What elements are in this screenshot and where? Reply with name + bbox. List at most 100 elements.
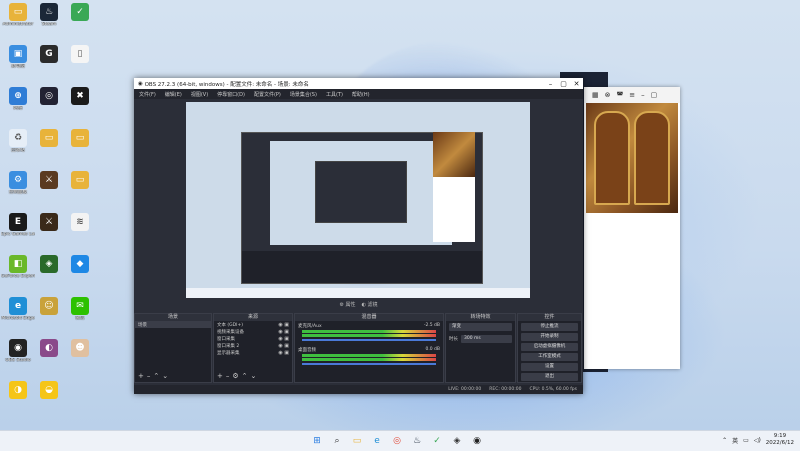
file-explorer-icon[interactable]: ▭ <box>350 434 364 448</box>
menu-item[interactable]: 视图(V) <box>191 91 208 98</box>
properties-button[interactable]: ⚙ 属性 <box>339 301 355 311</box>
volume-icon[interactable]: ◁) <box>754 437 761 444</box>
transition-select[interactable]: 渐变 <box>449 323 512 331</box>
chrome-icon[interactable]: ◎ <box>390 434 404 448</box>
minimize-icon[interactable]: – <box>641 91 645 99</box>
duration-input[interactable]: 300 ms <box>461 335 512 343</box>
launcher-titlebar: ▦ ⊗ ◚ ≡ – ▢ <box>584 87 680 103</box>
desktop-icon[interactable]: ⚙ 控制面板 <box>1 171 35 207</box>
control-button[interactable]: 退出 <box>521 373 578 381</box>
app-dark-icon[interactable]: ◈ <box>450 434 464 448</box>
desktop-icon[interactable]: EEpic Games Launcher <box>1 213 35 249</box>
clock[interactable]: 9:19 2022/6/12 <box>766 433 794 447</box>
scene-item[interactable]: 场景 <box>135 321 211 328</box>
desktop-icon[interactable]: ✓ <box>63 3 97 39</box>
desktop-icon[interactable]: ▣ 此电脑 <box>1 45 35 81</box>
volume-slider[interactable] <box>302 363 436 365</box>
scenes-dock-toolbar[interactable]: +–⌃⌄ <box>138 372 171 380</box>
desktop-icon[interactable]: ◉ OBS Studio <box>1 339 35 375</box>
desktop-icon[interactable]: ▭ Administrator <box>1 3 35 39</box>
sources-dock: 来源 文本 (GDI+) ◉ ▣ 视频采集设备 ◉ ▣ 窗口采集 ◉ ▣ 窗口采集 2 ◉ ▣… <box>213 313 293 383</box>
desktop-icon[interactable]: ☻ <box>63 339 97 375</box>
menu-item[interactable]: 文件(F) <box>139 91 156 98</box>
grid-icon[interactable]: ▦ <box>592 91 599 99</box>
game-launcher-window[interactable]: ▦ ⊗ ◚ ≡ – ▢ <box>584 87 680 369</box>
desktop-icon[interactable]: ♨ Steam <box>32 3 66 39</box>
obs-icon[interactable]: ◉ <box>470 434 484 448</box>
desktop-icon[interactable]: ☺ <box>32 297 66 333</box>
obs-titlebar: ◉ OBS 27.2.3 (64-bit, windows) - 配置文件: 未… <box>134 78 583 89</box>
visibility-eye-icon[interactable]: ◉ ▣ <box>278 322 289 328</box>
volume-slider[interactable] <box>302 339 436 341</box>
desktop-icon[interactable]: ⊕ 网络 <box>1 87 35 123</box>
desktop-icon[interactable]: ✖ <box>63 87 97 123</box>
visibility-eye-icon[interactable]: ◉ ▣ <box>278 343 289 349</box>
app-green-icon[interactable]: ✓ <box>430 434 444 448</box>
control-button[interactable]: 停止推流 <box>521 323 578 331</box>
ime-indicator[interactable]: 英 <box>732 436 738 445</box>
filters-button[interactable]: ◐ 滤镜 <box>362 301 378 311</box>
desktop-icon[interactable]: ◆ <box>63 255 97 291</box>
obs-preview-canvas[interactable] <box>186 102 530 298</box>
app-icon: ◆ <box>71 255 89 273</box>
close-button[interactable]: ✕ <box>570 80 583 88</box>
restore-icon[interactable]: ▢ <box>651 91 658 99</box>
menu-item[interactable]: 工具(T) <box>326 91 343 98</box>
maximize-button[interactable]: ▢ <box>557 80 570 88</box>
shirt-icon[interactable]: ◚ <box>617 91 624 99</box>
taskbar-pinned-apps: ⊞ ⌕ ▭ e ◎ ♨ ✓ ◈ ◉ <box>310 434 484 448</box>
source-item[interactable]: 文本 (GDI+) ◉ ▣ <box>214 321 292 328</box>
desktop-icon[interactable]: ◒ <box>32 381 66 417</box>
sources-dock-title: 来源 <box>214 314 292 321</box>
search-icon[interactable]: ⌕ <box>330 434 344 448</box>
desktop-icon[interactable]: ◧GeForce Experience <box>1 255 35 291</box>
desktop-icon[interactable]: ▯ <box>63 45 97 81</box>
desktop-icon[interactable]: ≋ <box>63 213 97 249</box>
menu-item[interactable]: 停靠窗口(D) <box>217 91 245 98</box>
desktop-icon[interactable]: ✉ 微信 <box>63 297 97 333</box>
desktop-icon[interactable]: ⚔ <box>32 171 66 207</box>
desktop-icon[interactable]: ◑ <box>1 381 35 417</box>
visibility-eye-icon[interactable]: ◉ ▣ <box>278 336 289 342</box>
system-tray: ⌃ 英 ▭ ◁) 9:19 2022/6/12 <box>722 433 794 447</box>
steam-icon[interactable]: ♨ <box>410 434 424 448</box>
control-button[interactable]: 设置 <box>521 363 578 371</box>
menu-item[interactable]: 场景集合(S) <box>290 91 317 98</box>
source-item[interactable]: 显示器采集 ◉ ▣ <box>214 349 292 356</box>
desktop-icon[interactable]: G <box>32 45 66 81</box>
desktop-icon[interactable]: ◈ <box>32 255 66 291</box>
control-button[interactable]: 开始录制 <box>521 333 578 341</box>
control-button[interactable]: 工作室模式 <box>521 353 578 361</box>
source-item[interactable]: 窗口采集 ◉ ▣ <box>214 335 292 342</box>
edge-icon[interactable]: e <box>370 434 384 448</box>
menu-item[interactable]: 帮助(H) <box>352 91 370 98</box>
menu-item[interactable]: 编辑(E) <box>165 91 182 98</box>
control-button[interactable]: 启动虚拟摄像机 <box>521 343 578 351</box>
desktop-icon[interactable]: ♻ 回收站 <box>1 129 35 165</box>
source-item[interactable]: 视频采集设备 ◉ ▣ <box>214 328 292 335</box>
gamepad-icon[interactable]: ⊗ <box>605 91 611 99</box>
menu-icon[interactable]: ≡ <box>629 91 635 99</box>
visibility-eye-icon[interactable]: ◉ ▣ <box>278 329 289 335</box>
minimize-button[interactable]: – <box>544 80 557 88</box>
network-icon[interactable]: ▭ <box>743 437 749 444</box>
source-item[interactable]: 窗口采集 2 ◉ ▣ <box>214 342 292 349</box>
desktop-icon[interactable]: ▭ <box>63 129 97 165</box>
obs-window[interactable]: ◉ OBS 27.2.3 (64-bit, windows) - 配置文件: 未… <box>134 78 583 394</box>
desktop-icon[interactable]: ▭ <box>32 129 66 165</box>
app-icon: ▭ <box>71 129 89 147</box>
desktop-icon[interactable]: ⚔ <box>32 213 66 249</box>
desktop-icon[interactable]: ▭ <box>63 171 97 207</box>
desktop-icon[interactable]: ◎ <box>32 87 66 123</box>
obs-menu-bar: 文件(F) 编辑(E) 视图(V) 停靠窗口(D) 配置文件(P) 场景集合(S) 工具(T… <box>134 89 583 99</box>
chevron-up-icon[interactable]: ⌃ <box>722 437 727 444</box>
menu-item[interactable]: 配置文件(P) <box>254 91 281 98</box>
desktop-icon[interactable]: e Microsoft Edge <box>1 297 35 333</box>
desktop-icon[interactable]: ◐ <box>32 339 66 375</box>
mixer-channel: 麦克风/Aux -2.5 dB <box>295 321 443 345</box>
visibility-eye-icon[interactable]: ◉ ▣ <box>278 350 289 356</box>
volume-meter <box>302 358 436 361</box>
sources-dock-toolbar[interactable]: +–⚙⌃⌄ <box>217 372 259 380</box>
start-icon[interactable]: ⊞ <box>310 434 324 448</box>
app-icon: ◒ <box>40 381 58 399</box>
